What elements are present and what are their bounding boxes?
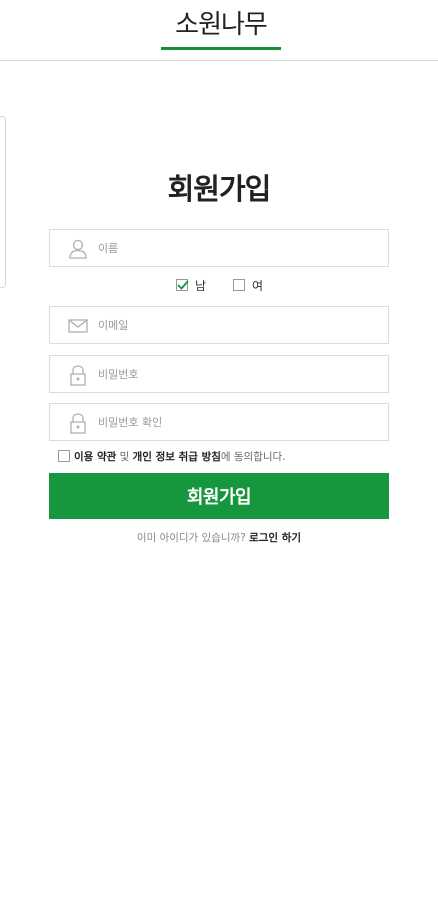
privacy-policy-link[interactable]: 개인 정보 취급 방침 — [133, 449, 221, 464]
logo-underline — [161, 47, 281, 50]
password-confirm-field[interactable] — [49, 403, 389, 441]
agreement-checkbox[interactable] — [58, 450, 70, 462]
logo-text: 소원나무 — [175, 10, 268, 40]
email-field[interactable] — [49, 306, 389, 344]
lock-icon — [68, 412, 88, 434]
header: 소원나무 — [0, 0, 438, 61]
gender-female-option[interactable]: 여 — [233, 276, 263, 294]
lock-icon — [68, 364, 88, 386]
login-prompt: 이미 아이디가 있습니까? 로그인 하기 — [0, 530, 438, 545]
signup-button[interactable]: 회원가입 — [49, 473, 389, 519]
gender-female-label: 여 — [252, 278, 264, 293]
gender-male-option[interactable]: 남 — [176, 276, 206, 294]
email-input[interactable] — [98, 307, 378, 343]
gender-male-label: 남 — [195, 278, 207, 293]
password-field[interactable] — [49, 355, 389, 393]
name-input[interactable] — [98, 230, 378, 266]
page-title: 회원가입 — [167, 172, 272, 206]
agreement-row[interactable]: 이용 약관 및 개인 정보 취급 방침 에 동의합니다. — [58, 448, 286, 464]
user-icon — [68, 238, 88, 260]
name-field[interactable] — [49, 229, 389, 267]
password-input[interactable] — [98, 356, 378, 392]
agreement-and-text: 및 — [116, 450, 133, 463]
envelope-icon — [68, 315, 88, 337]
login-link[interactable]: 로그인 하기 — [249, 532, 301, 544]
terms-link[interactable]: 이용 약관 — [74, 449, 116, 464]
logo[interactable]: 소원나무 — [161, 8, 281, 50]
password-confirm-input[interactable] — [98, 404, 378, 440]
gender-female-checkbox[interactable] — [233, 279, 245, 291]
gender-male-checkbox[interactable] — [176, 279, 189, 291]
login-prompt-text: 이미 아이디가 있습니까? — [136, 532, 250, 544]
check-icon — [177, 280, 189, 290]
agreement-suffix-text: 에 동의합니다. — [220, 450, 286, 463]
